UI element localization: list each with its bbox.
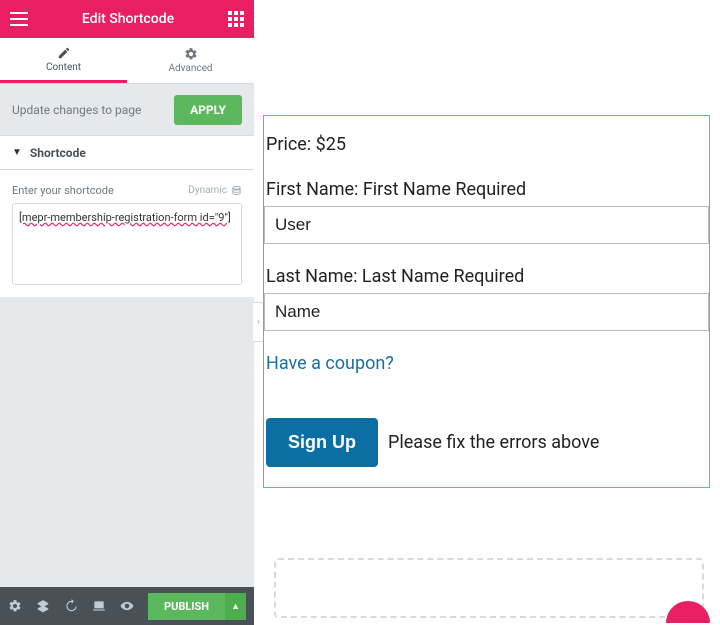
tab-advanced[interactable]: Advanced xyxy=(127,38,254,83)
publish-options-button[interactable]: ▲ xyxy=(225,593,246,620)
dynamic-tags-button[interactable]: Dynamic xyxy=(188,185,242,196)
section-title: Shortcode xyxy=(30,146,86,160)
tab-content[interactable]: Content xyxy=(0,38,127,83)
panel-header: Edit Shortcode xyxy=(0,0,254,38)
tabs: Content Advanced xyxy=(0,38,254,84)
last-name-error: Last Name Required xyxy=(362,266,524,287)
price-label: Price: xyxy=(266,134,311,155)
tab-label: Advanced xyxy=(168,63,212,74)
control-shortcode: Enter your shortcode Dynamic [mepr-membe… xyxy=(0,170,254,297)
gear-icon xyxy=(184,47,198,61)
database-icon xyxy=(231,185,242,196)
control-label: Enter your shortcode xyxy=(12,184,114,197)
editor-panel: Edit Shortcode Content Advanced Update c… xyxy=(0,0,254,625)
shortcode-textarea[interactable]: [mepr-membership-registration-form id="9… xyxy=(12,203,242,285)
pencil-icon xyxy=(57,46,71,60)
first-name-input[interactable]: User xyxy=(264,206,709,244)
apply-button[interactable]: APPLY xyxy=(174,95,242,125)
publish-button[interactable]: PUBLISH xyxy=(148,593,225,620)
drop-zone[interactable] xyxy=(274,558,704,618)
tab-label: Content xyxy=(46,62,81,73)
caret-down-icon: ▼ xyxy=(12,147,22,158)
history-icon[interactable] xyxy=(64,599,78,613)
widgets-grid-icon[interactable] xyxy=(228,11,244,27)
last-name-label: Last Name: xyxy=(266,266,357,287)
update-message: Update changes to page xyxy=(12,103,141,117)
last-name-input[interactable]: Name xyxy=(264,293,709,331)
sign-up-button[interactable]: Sign Up xyxy=(266,418,378,467)
responsive-icon[interactable] xyxy=(92,599,106,613)
section-toggle-shortcode[interactable]: ▼ Shortcode xyxy=(0,136,254,170)
coupon-link[interactable]: Have a coupon? xyxy=(264,353,709,374)
update-bar: Update changes to page APPLY xyxy=(0,84,254,136)
form-error-message: Please fix the errors above xyxy=(388,432,599,453)
first-name-error: First Name Required xyxy=(363,179,526,200)
bottom-bar: PUBLISH ▲ xyxy=(0,587,254,625)
price-value: $25 xyxy=(316,134,346,155)
settings-icon[interactable] xyxy=(8,599,22,613)
first-name-label: First Name: xyxy=(266,179,358,200)
panel-title: Edit Shortcode xyxy=(82,11,174,27)
navigator-icon[interactable] xyxy=(36,599,50,613)
shortcode-widget-preview[interactable]: Price: $25 First Name: First Name Requir… xyxy=(263,115,710,488)
dynamic-label: Dynamic xyxy=(188,185,227,196)
menu-icon[interactable] xyxy=(10,12,28,26)
preview-icon[interactable] xyxy=(120,599,134,613)
canvas: ‹ Price: $25 First Name: First Name Requ… xyxy=(254,0,720,625)
